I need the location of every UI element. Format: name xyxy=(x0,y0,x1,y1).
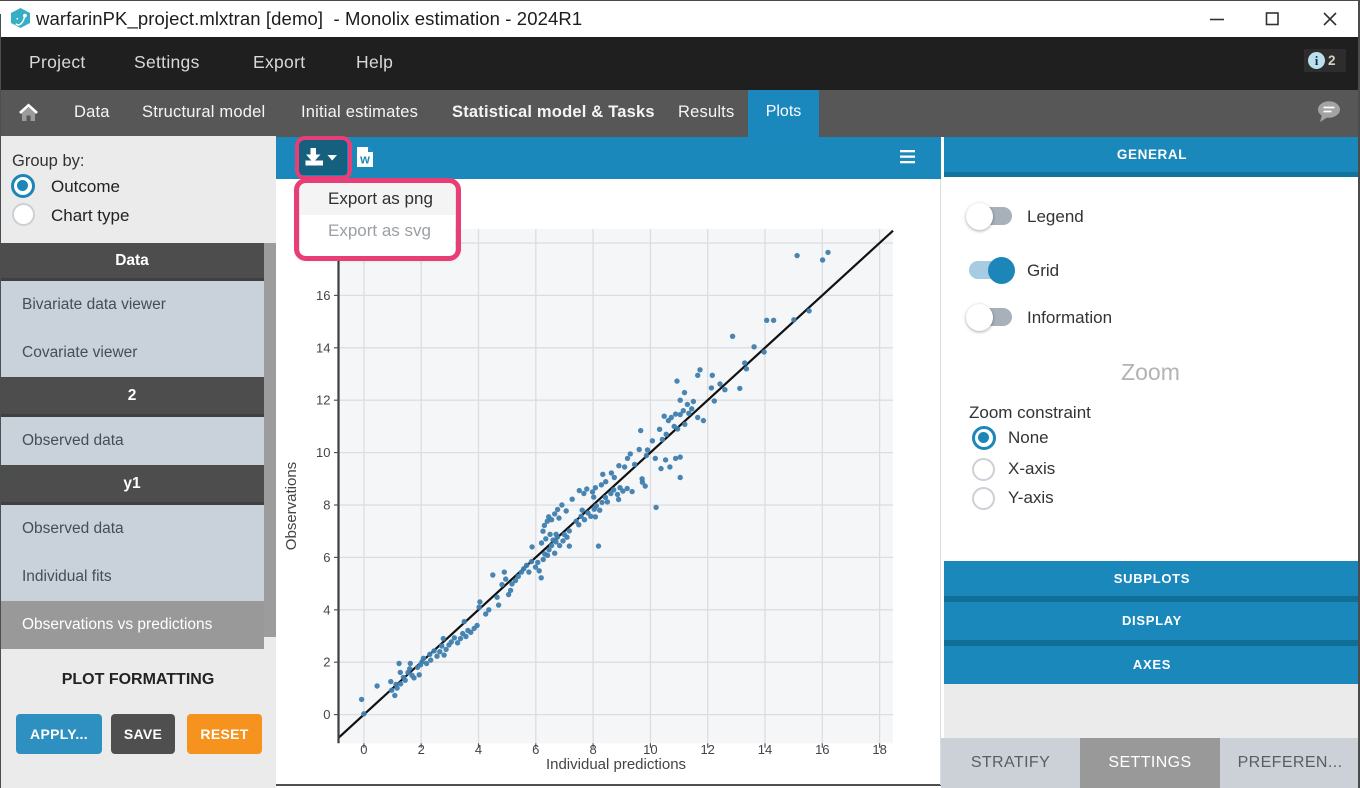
svg-text:14: 14 xyxy=(316,340,330,355)
svg-text:10: 10 xyxy=(316,445,330,460)
svg-text:0: 0 xyxy=(360,742,367,757)
svg-text:2: 2 xyxy=(323,655,330,670)
svg-text:16: 16 xyxy=(316,288,330,303)
svg-text:8: 8 xyxy=(589,742,596,757)
svg-text:Observations: Observations xyxy=(283,462,300,550)
svg-text:10: 10 xyxy=(643,742,657,757)
svg-text:12: 12 xyxy=(700,742,714,757)
svg-text:0: 0 xyxy=(323,707,330,722)
svg-text:12: 12 xyxy=(316,393,330,408)
svg-text:6: 6 xyxy=(532,742,539,757)
svg-text:w: w xyxy=(359,153,370,167)
svg-text:6: 6 xyxy=(323,550,330,565)
svg-text:Individual predictions: Individual predictions xyxy=(546,756,686,773)
svg-text:8: 8 xyxy=(323,498,330,513)
svg-text:14: 14 xyxy=(758,742,772,757)
svg-text:2: 2 xyxy=(418,742,425,757)
svg-text:16: 16 xyxy=(815,742,829,757)
svg-text:4: 4 xyxy=(323,602,330,617)
svg-text:18: 18 xyxy=(872,742,886,757)
svg-text:4: 4 xyxy=(475,742,482,757)
